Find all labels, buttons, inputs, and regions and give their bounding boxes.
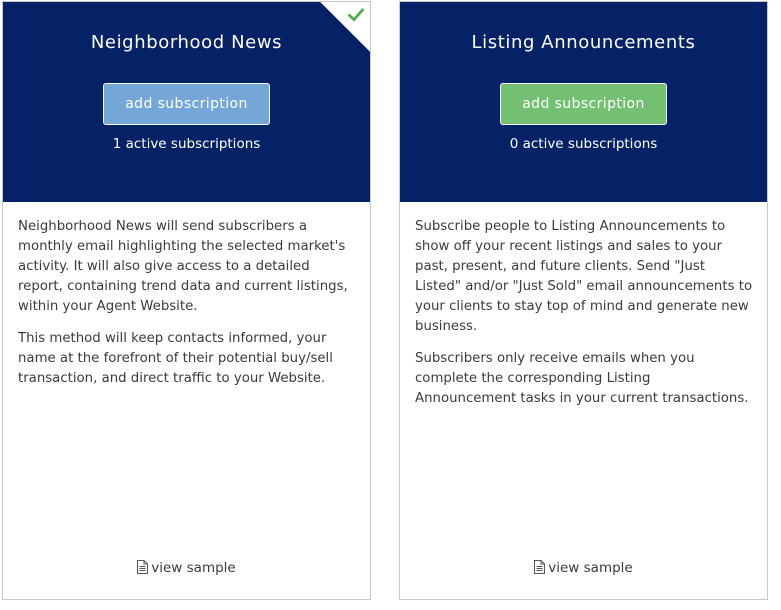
document-icon — [137, 560, 149, 574]
active-subscriptions-count: 0 active subscriptions — [509, 136, 658, 152]
view-sample-label: view sample — [548, 560, 633, 576]
description-paragraph: Subscribers only receive emails when you… — [415, 351, 749, 406]
selected-corner-marker — [320, 2, 370, 52]
card-title: Listing Announcements — [471, 32, 696, 53]
description-paragraph: This method will keep contacts informed,… — [18, 331, 333, 386]
document-icon — [534, 560, 546, 574]
view-sample-link[interactable]: view sample — [400, 560, 767, 576]
description-paragraph: Subscribe people to Listing Announcement… — [415, 219, 753, 334]
description-paragraph: Neighborhood News will send subscribers … — [18, 219, 348, 314]
card-listing-announcements: Listing Announcements add subscription 0… — [399, 1, 768, 600]
view-sample-link[interactable]: view sample — [3, 560, 370, 576]
view-sample-label: view sample — [151, 560, 236, 576]
card-title: Neighborhood News — [90, 32, 283, 53]
add-subscription-button[interactable]: add subscription — [500, 83, 667, 125]
card-description: Subscribe people to Listing Announcement… — [415, 217, 755, 421]
add-subscription-button[interactable]: add subscription — [103, 83, 270, 125]
card-description: Neighborhood News will send subscribers … — [18, 217, 358, 401]
check-icon — [348, 8, 364, 22]
card-neighborhood-news: Neighborhood News add subscription 1 act… — [2, 1, 371, 600]
active-subscriptions-count: 1 active subscriptions — [112, 136, 261, 152]
card-header: Listing Announcements add subscription 0… — [400, 2, 767, 202]
card-header: Neighborhood News add subscription 1 act… — [3, 2, 370, 202]
